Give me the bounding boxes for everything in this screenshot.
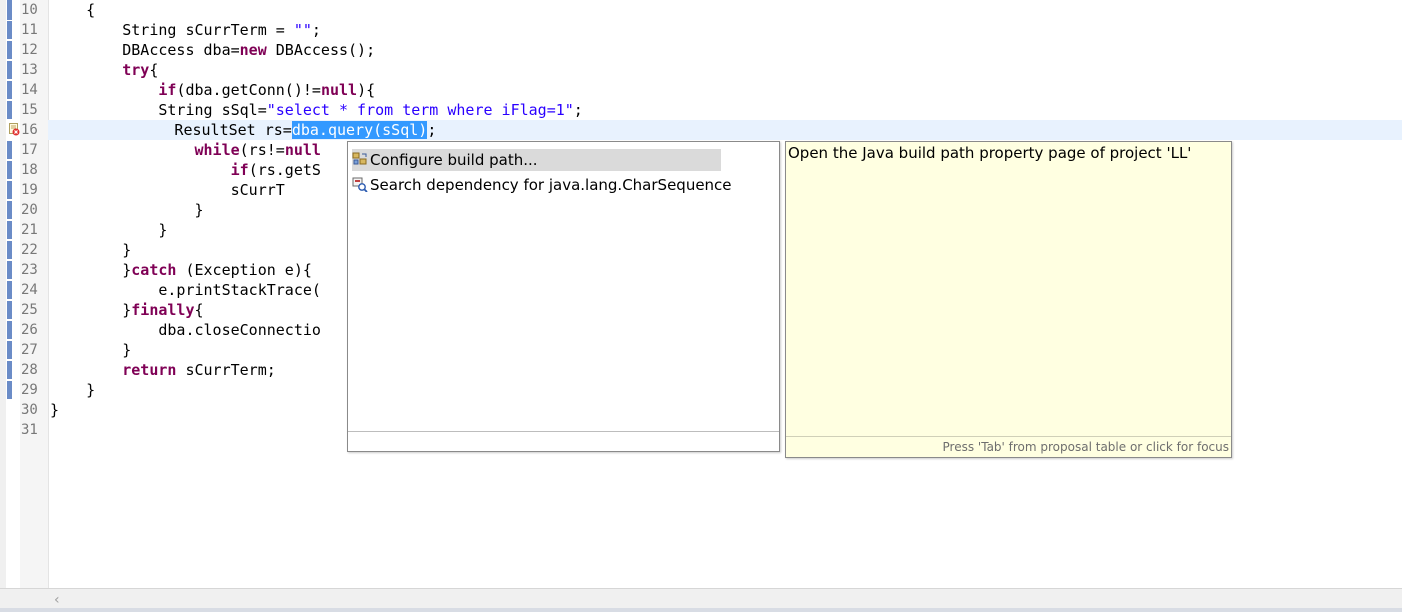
line-number: 18 (21, 162, 38, 178)
line-number: 23 (21, 262, 38, 278)
line-number: 29 (21, 382, 38, 398)
line-number: 20 (21, 202, 38, 218)
code-line: } (50, 341, 132, 359)
code-line: if(dba.getConn()!=null){ (158, 81, 376, 99)
focus-hint: Press 'Tab' from proposal table or click… (942, 440, 1229, 454)
quick-diff-ruler (6, 0, 20, 400)
line-number: 24 (21, 282, 38, 298)
code-line: String sSql="select * from term where iF… (50, 101, 583, 119)
proposal-search-dependency[interactable]: Search dependency for java.lang.CharSequ… (352, 174, 732, 196)
line-number: 13 (21, 62, 38, 78)
code-line: if(rs.getS (230, 161, 321, 179)
code-line: String sCurrTerm = ""; (50, 21, 321, 39)
line-number-ruler: 10 11 12 13 14 15 16 17 18 19 20 21 22 2… (20, 0, 49, 588)
code-line: }catch (Exception e){ (86, 261, 312, 279)
current-code-line: ResultSet rs=dba.query(sSql); (48, 120, 1402, 140)
proposal-description: Open the Java build path property page o… (788, 144, 1192, 162)
line-number: 14 (21, 82, 38, 98)
line-number: 30 (21, 402, 38, 418)
line-number: 17 (21, 142, 38, 158)
line-number: 27 (21, 342, 38, 358)
code-line: DBAccess dba=new DBAccess(); (50, 41, 376, 59)
scroll-left-icon[interactable]: ‹ (54, 592, 60, 608)
code-line: dba.closeConnectio (50, 321, 321, 339)
code-line: e.printStackTrace( (50, 281, 321, 299)
line-number: 22 (21, 242, 38, 258)
info-popup-footer: Press 'Tab' from proposal table or click… (786, 436, 1231, 458)
search-dependency-icon (352, 177, 368, 192)
line-number: 15 (21, 102, 38, 118)
scrollbar-track (0, 608, 1402, 612)
line-number: 31 (21, 422, 38, 438)
code-line: try{ (122, 61, 159, 79)
selected-expression[interactable]: dba.query(sSql) (291, 121, 428, 139)
code-line: } (50, 241, 132, 259)
proposal-info-popup[interactable]: Open the Java build path property page o… (785, 141, 1232, 458)
line-number: 11 (21, 22, 38, 38)
line-number: 12 (21, 42, 38, 58)
line-number: 19 (21, 182, 38, 198)
line-number: 25 (21, 302, 38, 318)
code-line: }finally{ (86, 301, 204, 319)
code-line: sCurrT (50, 181, 285, 199)
proposal-configure-build-path[interactable]: Configure build path... (352, 149, 721, 171)
code-line: } (50, 221, 168, 239)
line-number: 28 (21, 362, 38, 378)
code-line: while(rs!=null (194, 141, 321, 159)
horizontal-scrollbar[interactable]: ‹ (0, 588, 1402, 612)
proposal-status-bar (348, 431, 779, 451)
code-line: { (50, 1, 96, 19)
line-number: 10 (21, 2, 38, 18)
code-line: } (50, 401, 60, 419)
build-path-icon (352, 152, 367, 165)
line-number: 26 (21, 322, 38, 338)
line-number: 16 (21, 122, 38, 138)
line-number: 21 (21, 222, 38, 238)
error-lightbulb-icon[interactable] (9, 123, 20, 136)
quick-fix-proposal-list[interactable]: Configure build path... Search dependenc… (347, 141, 780, 452)
code-line: } (50, 201, 204, 219)
code-line: return sCurrTerm; (122, 361, 276, 379)
code-line: } (50, 381, 96, 399)
